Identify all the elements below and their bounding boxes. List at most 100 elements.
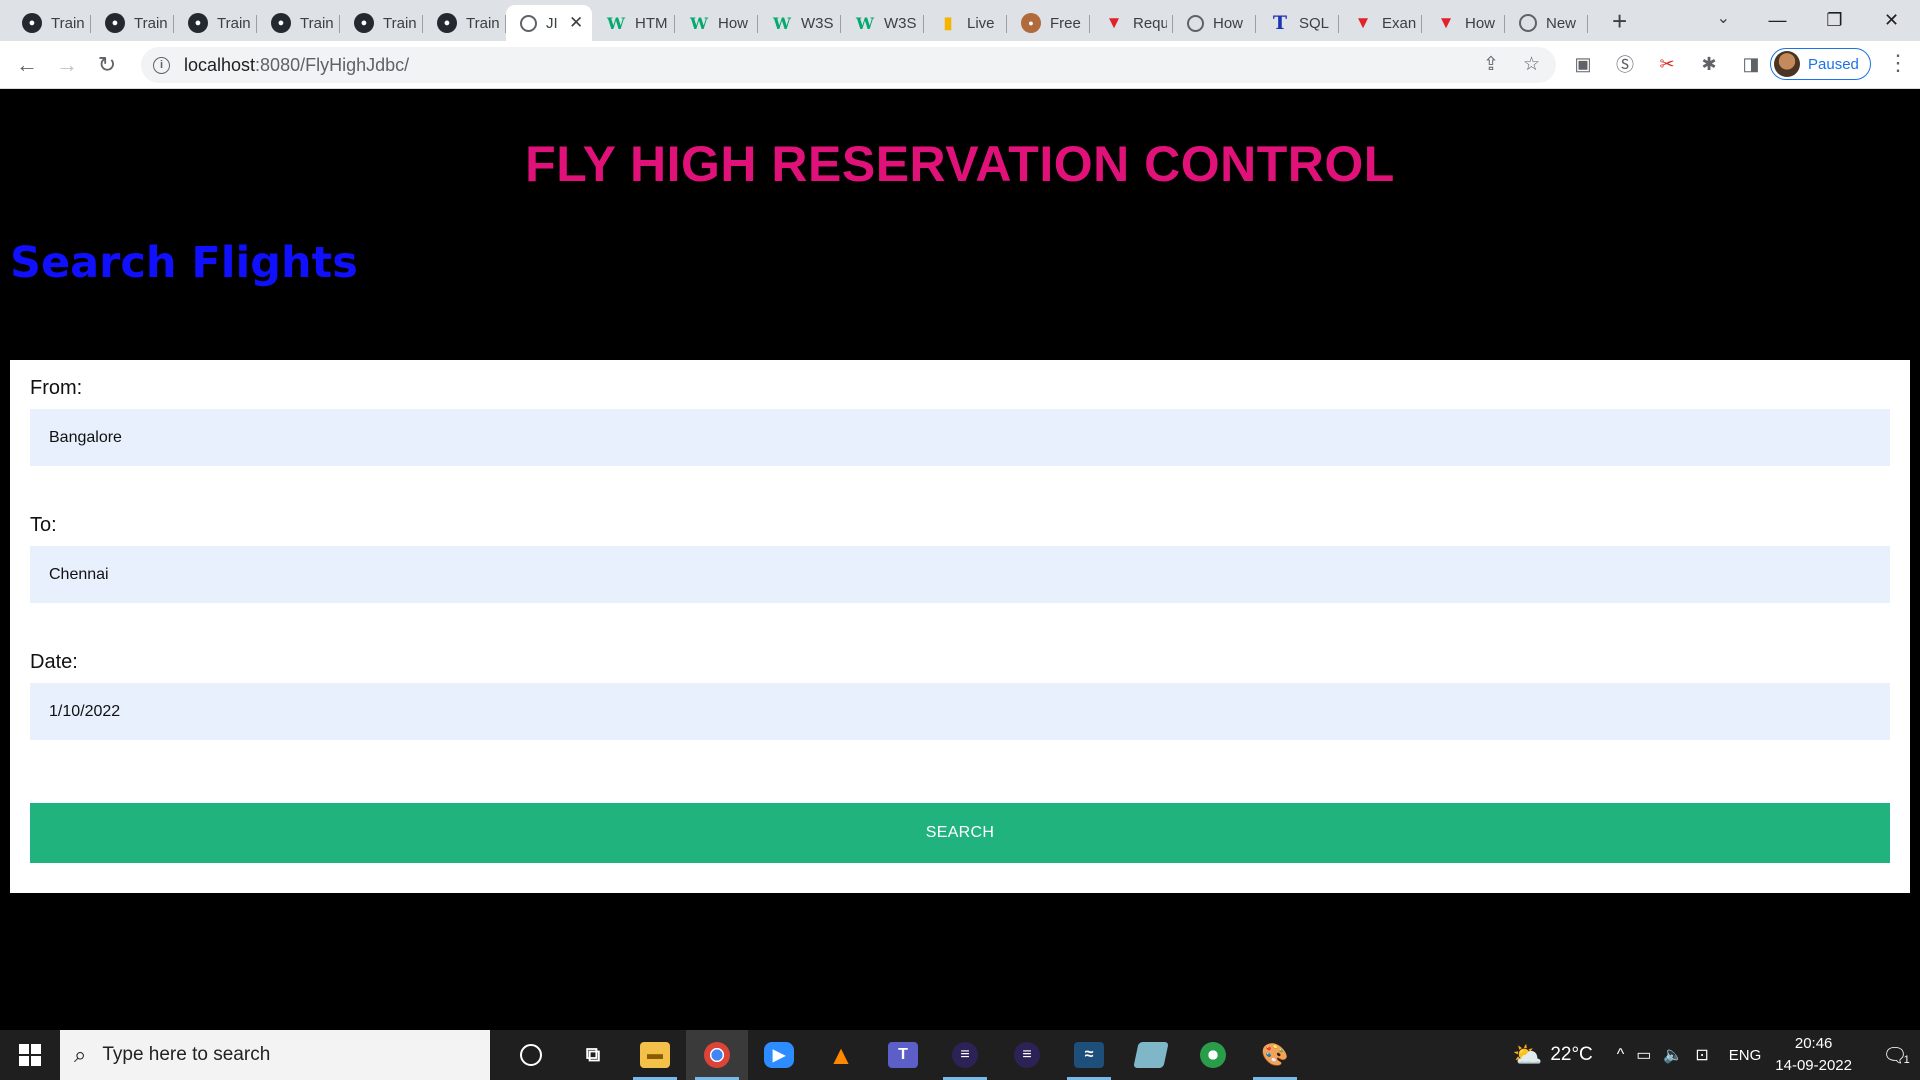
- paint-icon[interactable]: 🎨: [1244, 1030, 1306, 1080]
- clock-time: 20:46: [1794, 1035, 1833, 1052]
- close-window-icon[interactable]: ✕: [1863, 10, 1920, 31]
- browser-app-icon[interactable]: [1182, 1030, 1244, 1080]
- tab[interactable]: ▼ Requ: [1090, 5, 1173, 41]
- language-indicator[interactable]: ENG: [1729, 1047, 1762, 1064]
- github-icon: ●: [105, 13, 125, 33]
- github-icon: ●: [437, 13, 457, 33]
- tab[interactable]: New: [1505, 5, 1588, 41]
- extension-icon[interactable]: ▣: [1572, 53, 1594, 75]
- forward-icon[interactable]: →: [47, 52, 87, 78]
- share-icon[interactable]: ⇪: [1483, 53, 1499, 76]
- tab[interactable]: ● Train: [91, 5, 174, 41]
- close-tab-icon[interactable]: ✕: [569, 13, 583, 33]
- cortana-icon[interactable]: [500, 1030, 562, 1080]
- system-tray: ⛅ 22°C ^ ▭ 🔈 ⊡ ENG 20:46 14-09-2022 🗨 1: [1512, 1030, 1920, 1080]
- taskbar-search[interactable]: ⌕ Type here to search: [60, 1030, 490, 1080]
- file-explorer-icon[interactable]: ▬: [624, 1030, 686, 1080]
- eclipse-alt-icon[interactable]: ≡: [996, 1030, 1058, 1080]
- task-view-icon[interactable]: ⧉: [562, 1030, 624, 1080]
- tab[interactable]: ● Train: [174, 5, 257, 41]
- back-icon[interactable]: ←: [7, 52, 47, 78]
- search-form: From: Bangalore To: Chennai Date: 1/10/2…: [10, 360, 1910, 893]
- w3schools-icon: W: [607, 13, 625, 33]
- profile-status: Paused: [1808, 55, 1859, 73]
- address-bar[interactable]: i localhost:8080/FlyHighJdbc/ ⇪ ☆: [141, 47, 1556, 83]
- tab[interactable]: W W3S: [841, 5, 924, 41]
- tab-label: New: [1546, 14, 1577, 32]
- vlc-icon[interactable]: ▲: [810, 1030, 872, 1080]
- volume-icon[interactable]: 🔈: [1663, 1045, 1683, 1065]
- browser-toolbar: ← → ↻ i localhost:8080/FlyHighJdbc/ ⇪ ☆ …: [0, 41, 1920, 89]
- site-info-icon[interactable]: i: [153, 56, 170, 74]
- tab-label: Train: [466, 14, 500, 32]
- menu-kebab-icon[interactable]: ⋮: [1887, 50, 1909, 76]
- tab-label: Free: [1050, 14, 1081, 32]
- battery-icon[interactable]: ▭: [1636, 1045, 1651, 1065]
- tab-label: Train: [383, 14, 417, 32]
- tab[interactable]: ▼ How: [1422, 5, 1505, 41]
- notification-count: 1: [1903, 1054, 1910, 1066]
- eclipse-icon[interactable]: ≡: [934, 1030, 996, 1080]
- skype-icon[interactable]: Ⓢ: [1614, 53, 1636, 75]
- new-tab-icon[interactable]: +: [1612, 6, 1627, 37]
- page-content: FLY HIGH RESERVATION CONTROL Search Flig…: [0, 89, 1920, 1030]
- chevron-up-icon[interactable]: ^: [1617, 1046, 1625, 1064]
- tab[interactable]: ● Free: [1007, 5, 1090, 41]
- extension-red-icon[interactable]: ✂: [1656, 53, 1678, 75]
- tab-search-icon[interactable]: ⌄: [1717, 8, 1730, 28]
- search-button[interactable]: SEARCH: [30, 803, 1890, 863]
- to-label: To:: [30, 514, 57, 536]
- tab[interactable]: How: [1173, 5, 1256, 41]
- date-field[interactable]: 1/10/2022: [30, 683, 1890, 740]
- clock[interactable]: 20:46 14-09-2022: [1775, 1033, 1852, 1077]
- taskbar: ⌕ Type here to search ⧉ ▬ ▶ ▲ T ≡ ≡ ≈ 🎨 …: [0, 1030, 1920, 1080]
- tab[interactable]: ● Train: [423, 5, 506, 41]
- clock-date: 14-09-2022: [1775, 1057, 1852, 1074]
- brand-title: FLY HIGH RESERVATION CONTROL: [525, 136, 1395, 192]
- tab[interactable]: ▮ Live: [924, 5, 1007, 41]
- taskbar-apps: ⧉ ▬ ▶ ▲ T ≡ ≡ ≈ 🎨: [500, 1030, 1306, 1080]
- tab-label: W3S: [801, 14, 834, 32]
- tab-label: Train: [300, 14, 334, 32]
- tab[interactable]: ● Train: [8, 5, 91, 41]
- side-panel-icon[interactable]: ◨: [1740, 53, 1762, 75]
- t-icon: T: [1272, 12, 1288, 34]
- profile-button[interactable]: Paused: [1770, 48, 1871, 80]
- weather-widget[interactable]: ⛅ 22°C: [1512, 1041, 1592, 1070]
- tab[interactable]: ● Train: [257, 5, 340, 41]
- url-text[interactable]: localhost:8080/FlyHighJdbc/: [184, 55, 409, 76]
- tab[interactable]: ▼ Exan: [1339, 5, 1422, 41]
- bookmark-star-icon[interactable]: ☆: [1523, 53, 1540, 76]
- search-placeholder: Type here to search: [102, 1044, 271, 1065]
- tab[interactable]: T SQL: [1256, 5, 1339, 41]
- weather-icon: ⛅: [1512, 1041, 1543, 1069]
- tab-label: Train: [217, 14, 251, 32]
- to-field[interactable]: Chennai: [30, 546, 1890, 603]
- start-button[interactable]: [0, 1030, 60, 1080]
- notification-icon[interactable]: 🗨 1: [1872, 1030, 1920, 1080]
- mysql-workbench-icon[interactable]: ≈: [1058, 1030, 1120, 1080]
- tab[interactable]: W HTM: [592, 5, 675, 41]
- from-field[interactable]: Bangalore: [30, 409, 1890, 466]
- network-icon[interactable]: ⊡: [1695, 1045, 1708, 1065]
- search-icon: ⌕: [74, 1042, 87, 1067]
- tab[interactable]: W How: [675, 5, 758, 41]
- avatar: [1774, 51, 1800, 77]
- github-icon: ●: [271, 13, 291, 33]
- reload-icon[interactable]: ↻: [87, 52, 127, 78]
- tab-strip: ● Train ● Train ● Train ● Train ● Train ● Trai…: [0, 0, 1920, 41]
- teams-icon[interactable]: T: [872, 1030, 934, 1080]
- tab-active[interactable]: JI ✕: [506, 5, 592, 41]
- tab[interactable]: ● Train: [340, 5, 423, 41]
- puzzle-icon[interactable]: ✱: [1698, 53, 1720, 75]
- tab-list: ● Train ● Train ● Train ● Train ● Train ● Trai…: [0, 0, 1627, 41]
- tab-label: Train: [51, 14, 85, 32]
- chrome-icon[interactable]: [686, 1030, 748, 1080]
- restore-icon[interactable]: ❐: [1806, 10, 1863, 31]
- tab-label: HTM: [635, 14, 668, 32]
- zoom-icon[interactable]: ▶: [748, 1030, 810, 1080]
- minimize-icon[interactable]: —: [1749, 10, 1806, 31]
- globe-icon: [520, 14, 537, 32]
- notes-icon[interactable]: [1120, 1030, 1182, 1080]
- tab[interactable]: W W3S: [758, 5, 841, 41]
